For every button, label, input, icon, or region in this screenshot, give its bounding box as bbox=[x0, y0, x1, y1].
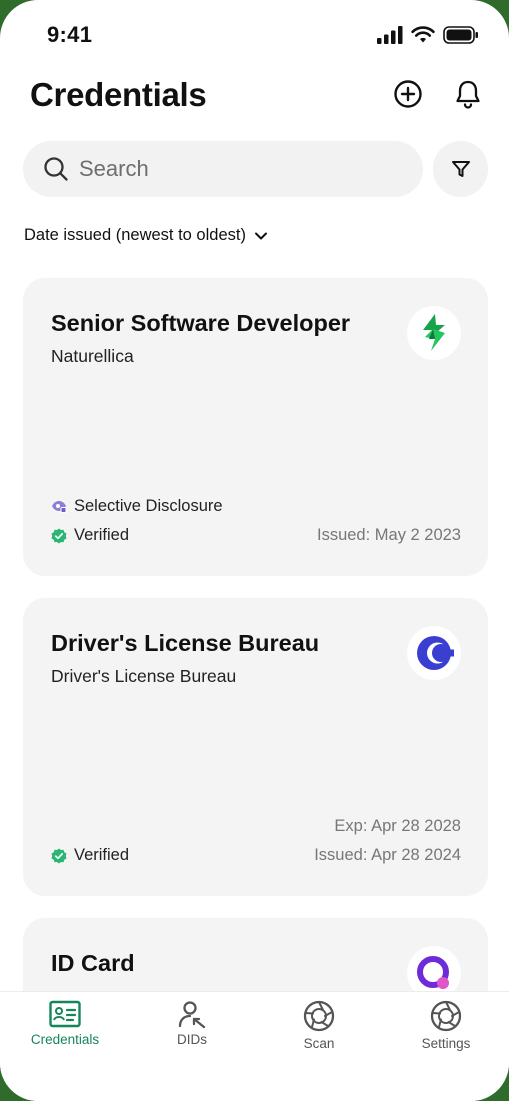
aperture-icon bbox=[303, 1000, 335, 1032]
plus-circle-icon bbox=[394, 80, 422, 108]
purple-q-logo-icon bbox=[417, 956, 449, 989]
green-bolt-logo-icon bbox=[423, 314, 445, 351]
tab-credentials[interactable]: Credentials bbox=[10, 1000, 120, 1047]
verified-status: Verified bbox=[51, 846, 129, 865]
tab-label: Settings bbox=[421, 1036, 471, 1051]
notifications-button[interactable] bbox=[452, 78, 484, 110]
verified-badge-icon bbox=[51, 528, 67, 543]
person-arrow-icon bbox=[178, 1001, 206, 1028]
aperture-icon bbox=[430, 1000, 462, 1032]
issuer-logo bbox=[407, 306, 461, 360]
bottom-tab-bar: Credentials DIDs Scan Settings bbox=[0, 991, 509, 1101]
blue-c-logo-icon bbox=[417, 636, 454, 670]
selective-disclosure-label: Selective Disclosure bbox=[74, 497, 223, 515]
page-title: Credentials bbox=[30, 76, 207, 113]
add-credential-button[interactable] bbox=[392, 78, 424, 110]
search-bar bbox=[23, 141, 423, 197]
battery-icon bbox=[443, 26, 478, 44]
verified-label: Verified bbox=[74, 846, 130, 864]
expiry-date: Exp: Apr 28 2028 bbox=[334, 817, 461, 835]
sort-dropdown[interactable]: Date issued (newest to oldest) bbox=[24, 226, 268, 245]
tab-label: Credentials bbox=[30, 1032, 100, 1047]
sort-label: Date issued (newest to oldest) bbox=[24, 226, 246, 244]
wifi-icon bbox=[411, 26, 435, 43]
filter-button[interactable] bbox=[433, 141, 488, 197]
eye-lock-icon bbox=[52, 500, 67, 513]
issued-date: Issued: Apr 28 2024 bbox=[314, 846, 461, 864]
credential-title: Driver's License Bureau bbox=[51, 630, 320, 656]
status-time: 9:41 bbox=[47, 22, 93, 47]
verified-badge-icon bbox=[51, 848, 67, 863]
search-icon bbox=[44, 157, 68, 181]
chevron-down-icon bbox=[254, 232, 267, 239]
bell-icon bbox=[456, 80, 480, 109]
search-input[interactable] bbox=[79, 141, 409, 197]
cellular-signal-icon bbox=[377, 26, 403, 44]
verified-status: Verified bbox=[51, 526, 129, 545]
tab-scan[interactable]: Scan bbox=[264, 1000, 374, 1051]
id-card-icon bbox=[49, 1000, 81, 1028]
credential-card[interactable]: Driver's License Bureau Driver's License… bbox=[23, 598, 488, 896]
credential-title: Senior Software Developer bbox=[51, 310, 351, 336]
credential-issuer: Driver's License Bureau bbox=[51, 666, 237, 686]
filter-icon bbox=[451, 161, 470, 177]
verified-label: Verified bbox=[74, 526, 130, 544]
status-bar: 9:41 bbox=[0, 0, 509, 70]
tab-settings[interactable]: Settings bbox=[391, 1000, 501, 1051]
credential-issuer: Naturellica bbox=[51, 346, 134, 366]
tab-label: DIDs bbox=[177, 1032, 207, 1047]
selective-disclosure-row: Selective Disclosure bbox=[51, 497, 223, 516]
credential-title: ID Card bbox=[51, 950, 135, 976]
header: Credentials bbox=[0, 70, 509, 126]
tab-dids[interactable]: DIDs bbox=[137, 1000, 247, 1047]
status-icons bbox=[377, 26, 479, 44]
issued-date: Issued: May 2 2023 bbox=[316, 526, 461, 544]
app-screen: 9:41 Credentials Search Date issued (new… bbox=[0, 0, 509, 1101]
tab-label: Scan bbox=[303, 1036, 335, 1051]
credential-card[interactable]: Senior Software Developer Naturellica Se… bbox=[23, 278, 488, 576]
issuer-logo bbox=[407, 626, 461, 680]
